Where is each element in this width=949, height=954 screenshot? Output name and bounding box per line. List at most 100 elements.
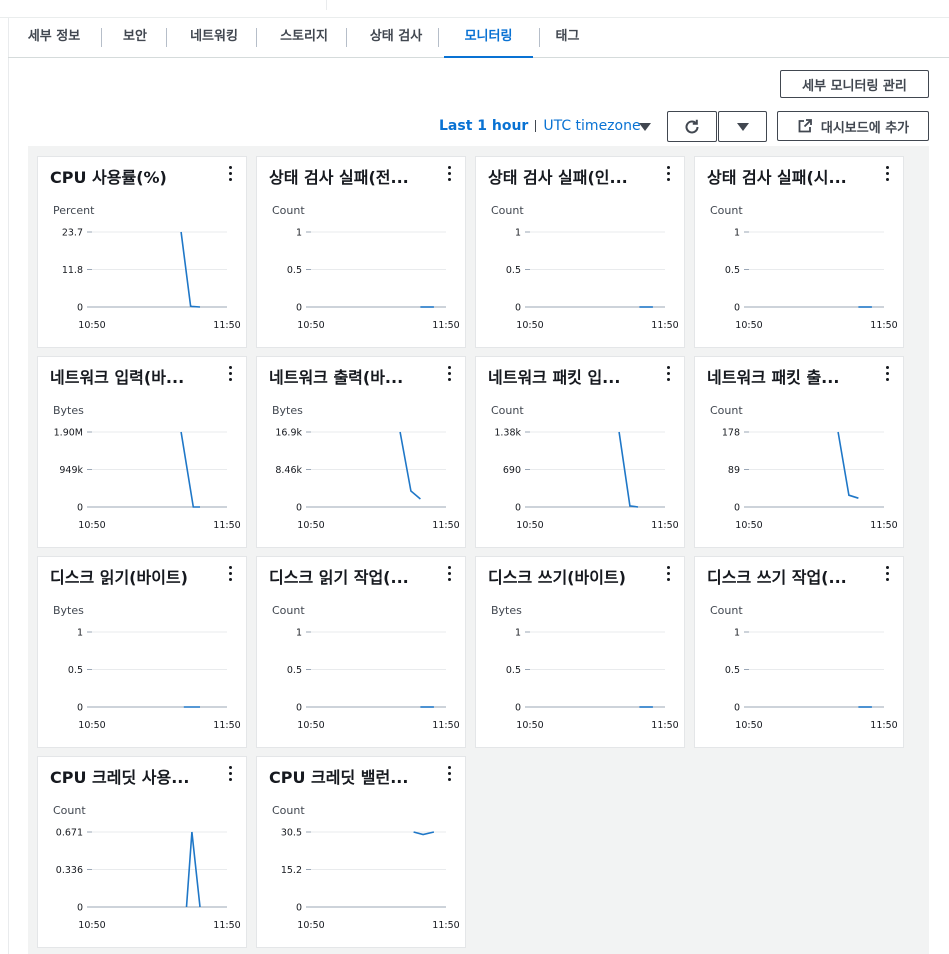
- more-options-icon[interactable]: [885, 366, 891, 384]
- metric-series-line: [399, 431, 421, 500]
- refresh-options-button[interactable]: [718, 111, 767, 142]
- y-axis-unit: Count: [272, 204, 305, 217]
- y-tick-label: 0.5: [725, 665, 740, 676]
- y-tick-label: 0: [296, 303, 302, 314]
- x-tick-label: 10:50: [516, 320, 543, 331]
- metric-title: 네트워크 출력(바...: [269, 368, 404, 387]
- more-options-icon[interactable]: [666, 366, 672, 384]
- tab-divider: [166, 28, 167, 47]
- more-options-icon[interactable]: [447, 766, 453, 784]
- y-axis-unit: Bytes: [272, 404, 303, 417]
- x-tick-label: 10:50: [297, 520, 324, 531]
- more-options-icon[interactable]: [885, 166, 891, 184]
- y-tick-label: 1: [734, 628, 740, 639]
- x-tick-label: 11:50: [432, 920, 459, 931]
- more-options-icon[interactable]: [447, 566, 453, 584]
- metric-card: 디스크 읽기(바이트) Bytes 1 0.5 0 10:50 11:50: [37, 556, 247, 748]
- y-tick-label: 0.5: [506, 665, 521, 676]
- metric-card: 디스크 쓰기(바이트) Bytes 1 0.5 0 10:50 11:50: [475, 556, 685, 748]
- metric-card: 디스크 읽기 작업(... Count 1 0.5 0 10:50 11:50: [256, 556, 466, 748]
- tab-6[interactable]: 모니터링: [444, 18, 533, 58]
- more-options-icon[interactable]: [666, 566, 672, 584]
- more-options-icon[interactable]: [228, 366, 234, 384]
- y-tick-label: 16.9k: [275, 428, 302, 439]
- more-options-icon[interactable]: [666, 166, 672, 184]
- x-tick-label: 11:50: [432, 520, 459, 531]
- chevron-down-icon: [736, 122, 749, 131]
- x-tick-label: 10:50: [78, 520, 105, 531]
- metric-series-line: [837, 431, 859, 499]
- metric-title: 디스크 쓰기 작업(...: [707, 568, 847, 587]
- y-tick-label: 8.46k: [275, 465, 302, 476]
- y-tick-label: 0: [77, 503, 83, 514]
- y-tick-label: 0: [77, 303, 83, 314]
- x-tick-label: 11:50: [651, 520, 678, 531]
- more-options-icon[interactable]: [228, 166, 234, 184]
- more-options-icon[interactable]: [228, 766, 234, 784]
- x-tick-label: 11:50: [651, 320, 678, 331]
- y-axis-unit: Bytes: [53, 404, 84, 417]
- metrics-grid: CPU 사용률(%) Percent 23.7 11.8 0 10:50 11:50 상태 검…: [28, 146, 929, 954]
- add-to-dashboard-button[interactable]: 대시보드에 추가: [777, 111, 929, 141]
- tab-4[interactable]: 스토리지: [268, 18, 340, 58]
- x-tick-label: 10:50: [297, 920, 324, 931]
- metric-card: 네트워크 출력(바... Bytes 16.9k 8.46k 0 10:50 11:50: [256, 356, 466, 548]
- y-tick-label: 1.90M: [54, 428, 83, 439]
- x-tick-label: 10:50: [735, 720, 762, 731]
- x-tick-label: 11:50: [651, 720, 678, 731]
- refresh-button[interactable]: [667, 111, 717, 142]
- y-tick-label: 0: [734, 503, 740, 514]
- manage-detail-monitoring-button[interactable]: 세부 모니터링 관리: [780, 70, 929, 98]
- y-axis-unit: Bytes: [53, 604, 84, 617]
- time-range-caret-icon[interactable]: [639, 123, 651, 131]
- x-tick-label: 10:50: [78, 720, 105, 731]
- metric-chart: 1 0.5 0 10:50 11:50: [506, 628, 679, 732]
- metric-card: 네트워크 패킷 입... Count 1.38k 690 0 10:50 11:50: [475, 356, 685, 548]
- metric-title: 상태 검사 실패(전...: [269, 168, 409, 187]
- y-tick-label: 1: [734, 228, 740, 239]
- x-tick-label: 10:50: [735, 320, 762, 331]
- more-options-icon[interactable]: [885, 566, 891, 584]
- y-axis-unit: Count: [710, 404, 743, 417]
- tab-1[interactable]: 세부 정보: [13, 18, 95, 58]
- y-tick-label: 15.2: [281, 865, 302, 876]
- metric-title: 네트워크 패킷 출...: [707, 368, 840, 387]
- y-tick-label: 690: [503, 465, 521, 476]
- metric-chart: 0.671 0.336 0 10:50 11:50: [56, 828, 241, 932]
- x-tick-label: 10:50: [78, 320, 105, 331]
- y-tick-label: 0: [77, 903, 83, 914]
- more-options-icon[interactable]: [228, 566, 234, 584]
- x-tick-label: 11:50: [870, 720, 897, 731]
- y-tick-label: 1: [296, 228, 302, 239]
- y-tick-label: 1: [77, 628, 83, 639]
- y-tick-label: 30.5: [281, 828, 302, 839]
- metric-chart: 1 0.5 0 10:50 11:50: [68, 628, 241, 732]
- tab-7[interactable]: 태그: [543, 18, 592, 58]
- more-options-icon[interactable]: [447, 366, 453, 384]
- y-tick-label: 949k: [59, 465, 83, 476]
- metric-card: 네트워크 패킷 출... Count 178 89 0 10:50 11:50: [694, 356, 904, 548]
- time-range-value[interactable]: Last 1 hour: [439, 118, 528, 134]
- time-range-selector[interactable]: Last 1 hour UTC timezone: [439, 116, 641, 136]
- metric-title: 네트워크 입력(바...: [50, 368, 185, 387]
- x-tick-label: 11:50: [213, 320, 240, 331]
- tab-2[interactable]: 보안: [110, 18, 160, 58]
- y-tick-label: 1: [515, 628, 521, 639]
- y-tick-label: 11.8: [62, 265, 83, 276]
- metric-title: CPU 사용률(%): [50, 168, 167, 187]
- x-tick-label: 11:50: [432, 720, 459, 731]
- y-tick-label: 0.5: [725, 265, 740, 276]
- tab-3[interactable]: 네트워킹: [178, 18, 250, 58]
- metric-card: CPU 사용률(%) Percent 23.7 11.8 0 10:50 11:50: [37, 156, 247, 348]
- x-tick-label: 10:50: [78, 920, 105, 931]
- more-options-icon[interactable]: [447, 166, 453, 184]
- timezone-link[interactable]: UTC timezone: [543, 118, 640, 134]
- y-tick-label: 0: [515, 703, 521, 714]
- y-axis-unit: Count: [491, 404, 524, 417]
- metric-title: 디스크 쓰기(바이트): [488, 568, 626, 587]
- tab-5[interactable]: 상태 검사: [358, 18, 434, 58]
- y-tick-label: 23.7: [62, 228, 83, 239]
- metric-title: CPU 크레딧 밸런...: [269, 768, 409, 787]
- y-tick-label: 0: [515, 303, 521, 314]
- metric-chart: 1 0.5 0 10:50 11:50: [287, 628, 460, 732]
